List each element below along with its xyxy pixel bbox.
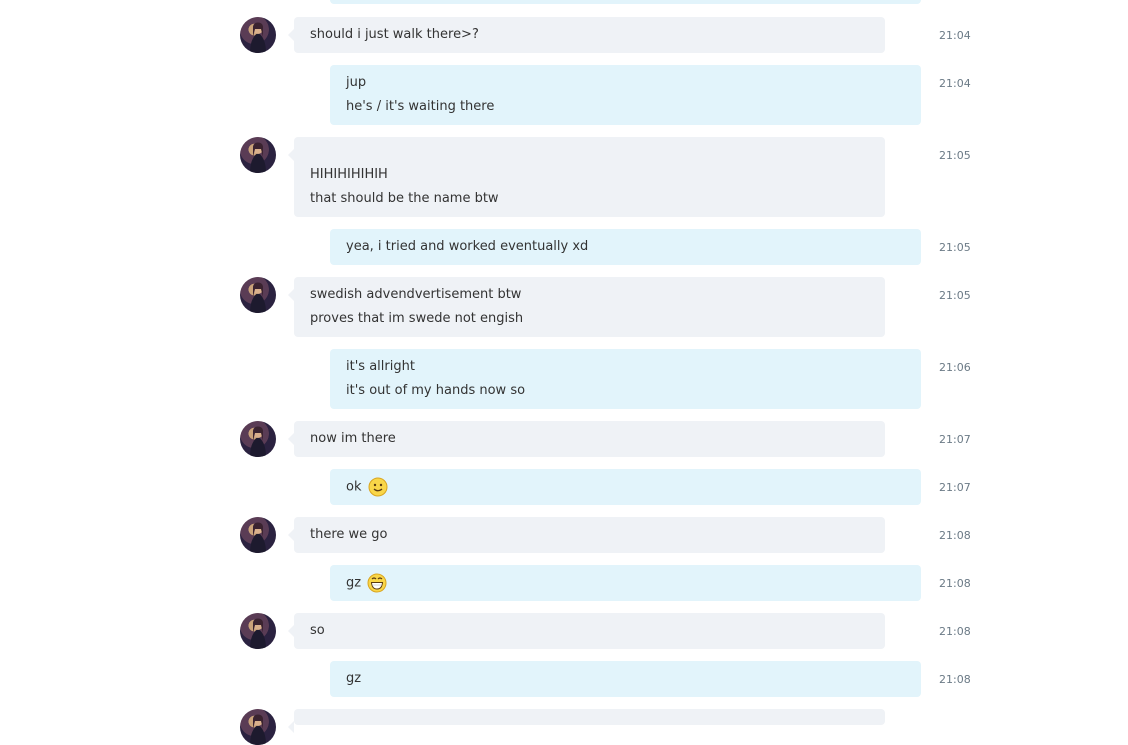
contact-avatar[interactable] xyxy=(240,137,276,173)
contact-avatar[interactable] xyxy=(240,421,276,457)
message-bubble-outgoing: yea, i tried and worked eventually xd xyxy=(330,229,921,265)
message-timestamp: 21:06 xyxy=(939,361,971,374)
message-timestamp: 21:07 xyxy=(939,481,971,494)
message-timestamp: 21:08 xyxy=(939,529,971,542)
message-text: yea, i tried and worked eventually xd xyxy=(346,239,589,254)
message-bubble-incoming: swedish advendvertisement btw proves tha… xyxy=(288,277,885,337)
previous-message-bubble xyxy=(330,0,921,4)
grin-emoji-icon xyxy=(367,573,387,593)
message-bubble-outgoing: ok xyxy=(330,469,921,505)
message-timestamp: 21:08 xyxy=(939,673,971,686)
message-text: should i just walk there>? xyxy=(310,27,479,42)
message-text: ok xyxy=(346,479,362,495)
message-timestamp: 21:08 xyxy=(939,577,971,590)
message-text: it's out of my hands now so xyxy=(346,383,526,398)
contact-avatar[interactable] xyxy=(240,613,276,649)
message-timestamp: 21:04 xyxy=(939,29,971,42)
message-timestamp: 21:08 xyxy=(939,625,971,638)
smile-emoji-icon xyxy=(368,477,388,497)
message-text: there we go xyxy=(310,527,388,542)
message-text: now im there xyxy=(310,431,396,446)
message-text: gz xyxy=(346,671,362,686)
message-text: proves that im swede not engish xyxy=(310,311,524,326)
message-bubble-incoming: should i just walk there>? xyxy=(288,17,885,53)
contact-avatar[interactable] xyxy=(240,709,276,745)
contact-avatar[interactable] xyxy=(240,277,276,313)
message-bubble-outgoing: gz xyxy=(330,565,921,601)
message-bubble-incoming: now im there xyxy=(288,421,885,457)
message-bubble-incoming xyxy=(288,709,885,733)
message-text: swedish advendvertisement btw xyxy=(310,287,522,302)
message-text: that should be the name btw xyxy=(310,191,499,206)
message-text: he's / it's waiting there xyxy=(346,99,495,114)
message-timestamp: 21:04 xyxy=(939,77,971,90)
message-bubble-outgoing: jup he's / it's waiting there xyxy=(330,65,921,125)
message-text: HIHIHIHIHIH xyxy=(310,167,388,182)
message-content: ok xyxy=(346,477,388,498)
message-bubble-incoming: there we go xyxy=(288,517,885,553)
message-bubble-incoming: HIHIHIHIHIH that should be the name btw xyxy=(288,137,885,217)
message-text: it's allright xyxy=(346,359,415,374)
contact-avatar[interactable] xyxy=(240,17,276,53)
message-timestamp: 21:05 xyxy=(939,149,971,162)
message-timestamp: 21:05 xyxy=(939,289,971,302)
message-text: so xyxy=(310,623,325,638)
message-bubble-outgoing: it's allright it's out of my hands now s… xyxy=(330,349,921,409)
message-timestamp: 21:05 xyxy=(939,241,971,254)
message-text: gz xyxy=(346,575,362,591)
message-content: gz xyxy=(346,573,387,594)
message-text: jup xyxy=(346,75,367,90)
contact-avatar[interactable] xyxy=(240,517,276,553)
message-bubble-outgoing: gz xyxy=(330,661,921,697)
message-timestamp: 21:07 xyxy=(939,433,971,446)
message-bubble-incoming: so xyxy=(288,613,885,649)
